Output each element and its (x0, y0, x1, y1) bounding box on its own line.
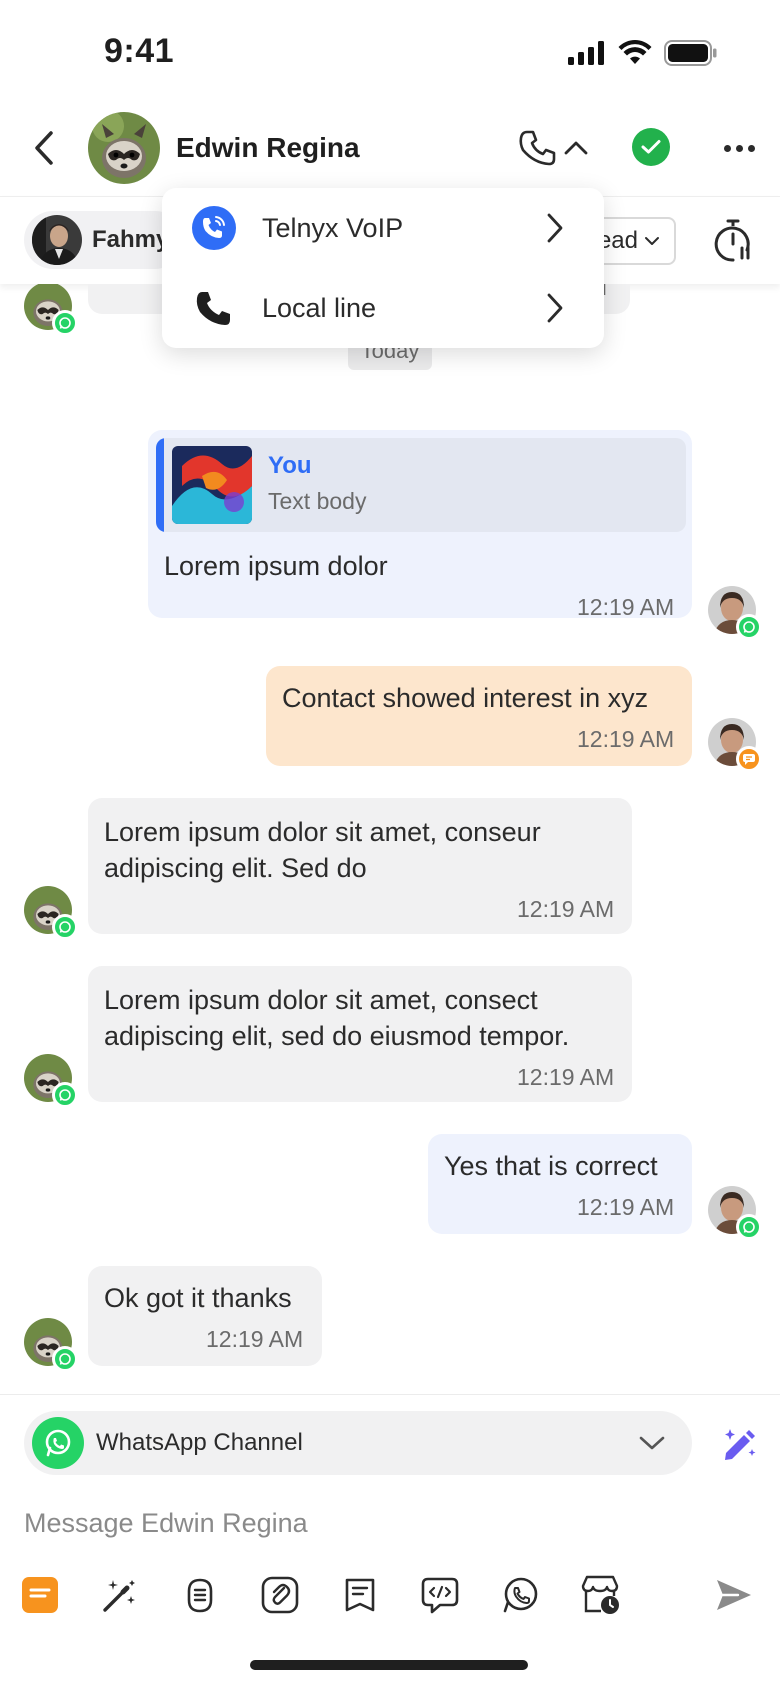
ai-assist-button[interactable] (718, 1421, 762, 1465)
phone-icon (519, 130, 556, 166)
store-icon (581, 1575, 619, 1614)
reply-thumbnail-image (172, 446, 252, 524)
call-button[interactable] (514, 124, 562, 172)
contact-message-avatar (24, 284, 78, 336)
snippet-icon (421, 1577, 459, 1614)
message-composer: WhatsApp Channel (0, 1394, 780, 1688)
message-text-line-2: adipiscing elit, sed do eiusmod tempor. (104, 1021, 570, 1051)
ai-pen-icon (725, 1429, 756, 1460)
whatsapp-badge-icon (52, 1346, 78, 1372)
menu-item-label: Telnyx VoIP (262, 212, 404, 243)
template-icon (345, 1578, 375, 1612)
contact-message-avatar (24, 1054, 78, 1108)
message-text-line-1: Lorem ipsum dolor sit amet, consect (104, 985, 538, 1015)
home-indicator (250, 1660, 528, 1670)
whatsapp-template-button[interactable] (498, 1573, 542, 1617)
message-time: 12:19 AM (577, 594, 675, 620)
snippet-button[interactable] (418, 1573, 462, 1617)
more-dot-icon (723, 144, 731, 152)
status-icons (568, 40, 718, 71)
message-list[interactable]: M Today You Text body Lorem ipsum dolor … (0, 284, 780, 1394)
template-button[interactable] (338, 1573, 382, 1617)
call-options-menu: Telnyx VoIP Local line (162, 188, 604, 348)
status-time: 9:41 (104, 32, 175, 70)
channel-selector[interactable]: WhatsApp Channel (24, 1411, 692, 1475)
chevron-up-icon (564, 141, 588, 155)
whatsapp-icon (503, 1577, 538, 1613)
message-text: Lorem ipsum dolor (164, 551, 388, 581)
whatsapp-badge-icon (52, 914, 78, 940)
battery-icon (664, 40, 718, 71)
phone-icon (192, 286, 236, 330)
chevron-right-icon (540, 208, 570, 248)
more-options-button[interactable] (718, 132, 760, 164)
chevron-down-icon (636, 1427, 668, 1459)
contact-name[interactable]: Edwin Regina (176, 132, 360, 164)
menu-item-telnyx-voip[interactable]: Telnyx VoIP (162, 188, 604, 268)
reply-body: Text body (268, 488, 367, 514)
assigned-agent-chip[interactable]: Fahmy (24, 211, 184, 269)
send-button[interactable] (712, 1573, 756, 1617)
message-text: Yes that is correct (444, 1151, 658, 1181)
chevron-down-icon (645, 237, 659, 245)
reply-preview-card[interactable]: You Text body (156, 438, 686, 532)
magic-wand-icon (103, 1580, 135, 1612)
whatsapp-icon (32, 1417, 84, 1469)
wifi-icon (618, 40, 652, 71)
note-badge-icon (736, 746, 762, 772)
menu-item-local-line[interactable]: Local line (162, 268, 604, 348)
note-text: Contact showed interest in xyz (282, 683, 649, 713)
voice-memo-icon (187, 1578, 213, 1613)
signal-icon (568, 41, 606, 70)
contact-avatar[interactable] (88, 112, 160, 184)
check-icon (641, 140, 661, 154)
more-dot-icon (747, 144, 755, 152)
chat-header: Edwin Regina (0, 108, 780, 194)
notes-icon (22, 1577, 58, 1613)
attachment-button[interactable] (258, 1573, 302, 1617)
whatsapp-badge-icon (736, 1214, 762, 1240)
message-input[interactable] (24, 1499, 744, 1547)
agent-message-avatar (708, 1186, 762, 1240)
agent-message-avatar (708, 718, 762, 772)
chevron-left-icon (35, 131, 53, 165)
snooze-timer-button[interactable] (712, 217, 754, 263)
voip-phone-icon (192, 206, 236, 250)
message-text-line-1: Lorem ipsum dolor sit amet, conseur (104, 817, 541, 847)
call-options-toggle[interactable] (560, 128, 592, 168)
store-button[interactable] (578, 1573, 622, 1617)
message-text: Ok got it thanks (104, 1283, 292, 1313)
status-bar: 9:41 (0, 0, 780, 100)
message-time: 12:19 AM (517, 896, 615, 922)
whatsapp-badge-icon (52, 310, 78, 336)
reply-author: You (268, 452, 312, 479)
contact-message-avatar (24, 886, 78, 940)
composer-toolbar (0, 1563, 780, 1627)
agent-name: Fahmy (92, 226, 170, 253)
back-button[interactable] (22, 126, 66, 170)
message-time: 12:19 AM (577, 1194, 675, 1220)
agent-message-avatar (708, 586, 762, 640)
message-time: 12:19 AM (206, 1326, 304, 1352)
whatsapp-badge-icon (52, 1082, 78, 1108)
message-time: 12:19 AM (517, 1064, 615, 1090)
agent-avatar (32, 215, 82, 265)
attachment-icon (261, 1576, 299, 1614)
chevron-right-icon (540, 288, 570, 328)
menu-item-label: Local line (262, 292, 377, 323)
whatsapp-badge-icon (736, 614, 762, 640)
reply-accent-bar (156, 438, 164, 532)
voice-memo-button[interactable] (178, 1573, 222, 1617)
send-icon (717, 1580, 751, 1610)
contact-message-avatar (24, 1318, 78, 1372)
more-dot-icon (735, 144, 743, 152)
channel-label: WhatsApp Channel (96, 1429, 303, 1456)
timer-icon (714, 219, 750, 262)
message-time: 12:19 AM (577, 726, 675, 752)
message-text-line-2: adipiscing elit. Sed do (104, 853, 367, 883)
resolve-button[interactable] (632, 128, 670, 166)
magic-wand-button[interactable] (98, 1573, 142, 1617)
notes-button[interactable] (18, 1573, 62, 1617)
